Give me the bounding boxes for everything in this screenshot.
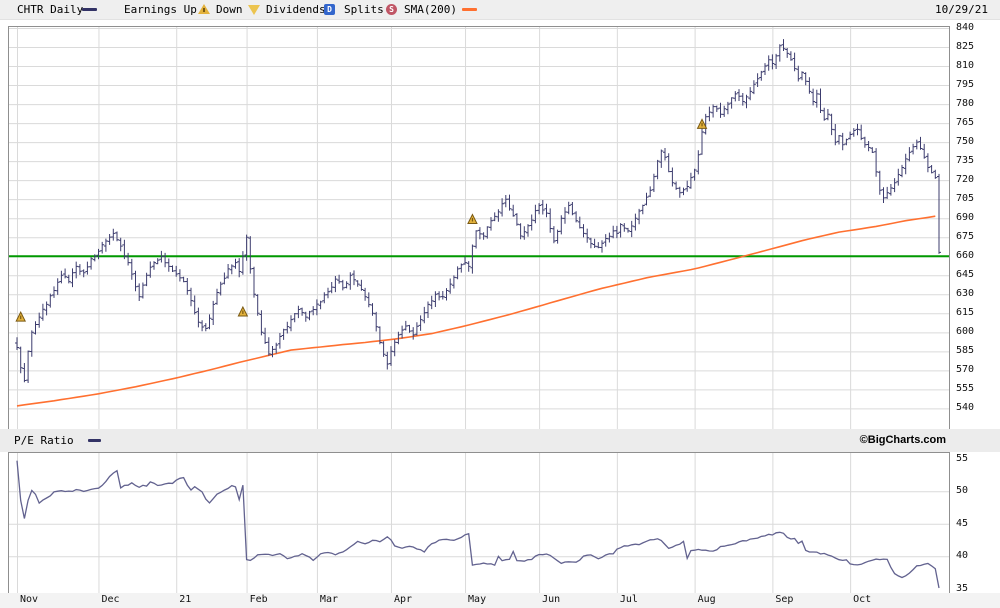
month-label: Aug <box>697 594 716 605</box>
price-tick-label: 765 <box>956 117 975 129</box>
price-series-dash-icon <box>82 8 97 11</box>
ohlc-bars <box>15 39 941 383</box>
sma-dash-icon <box>462 8 477 11</box>
month-label: Jul <box>619 594 638 605</box>
month-label: Mar <box>319 594 338 605</box>
price-tick-label: 690 <box>956 212 975 224</box>
price-tick-label: 720 <box>956 174 975 186</box>
price-tick-label: 600 <box>956 326 975 338</box>
price-tick-label: 810 <box>956 60 975 72</box>
split-badge-icon: S <box>386 4 397 15</box>
pe-tick-label: 50 <box>956 485 969 497</box>
month-label: Dec <box>101 594 120 605</box>
sma-label: SMA(200) <box>404 3 457 16</box>
pe-series-dash-icon <box>88 439 101 442</box>
price-tick-label: 615 <box>956 307 975 319</box>
earnings-up-label: Earnings Up <box>124 3 197 16</box>
symbol-label: CHTR Daily <box>17 3 84 16</box>
main-price-chart-svg <box>9 27 949 429</box>
bigcharts-chart-image: CHTR Daily Earnings Up Down Dividends D … <box>0 0 1000 608</box>
earnings-up-icon <box>198 4 210 14</box>
price-tick-label: 570 <box>956 364 975 376</box>
month-label: Nov <box>20 594 39 605</box>
price-tick-label: 780 <box>956 98 975 110</box>
month-label: 21 <box>179 594 192 605</box>
pe-strip: P/E Ratio ©BigCharts.com <box>0 429 1000 452</box>
price-tick-label: 645 <box>956 269 975 281</box>
month-label: Sep <box>775 594 794 605</box>
pe-tick-label: 40 <box>956 550 969 562</box>
price-tick-label: 540 <box>956 402 975 414</box>
legend-bar: CHTR Daily Earnings Up Down Dividends D … <box>0 0 1000 20</box>
price-tick-label: 675 <box>956 231 975 243</box>
dividends-label: Dividends <box>266 3 326 16</box>
price-tick-label: 660 <box>956 250 975 262</box>
earnings-down-icon <box>248 5 260 15</box>
pe-ratio-chart-svg <box>9 453 949 593</box>
price-tick-label: 555 <box>956 383 975 395</box>
date-label: 10/29/21 <box>935 3 988 16</box>
month-label: Oct <box>853 594 872 605</box>
copyright-label: ©BigCharts.com <box>859 434 946 446</box>
earnings-down-label: Down <box>216 3 243 16</box>
pe-tick-label: 55 <box>956 452 969 464</box>
month-label: Feb <box>249 594 268 605</box>
pe-ratio-title: P/E Ratio <box>14 434 74 447</box>
month-label: Apr <box>393 594 413 605</box>
pe-tick-label: 45 <box>956 517 969 529</box>
price-tick-label: 705 <box>956 193 975 205</box>
dividend-badge-icon: D <box>324 4 335 15</box>
price-tick-label: 840 <box>956 22 975 33</box>
price-tick-label: 750 <box>956 136 975 148</box>
pe-ratio-chart-panel <box>8 452 950 594</box>
price-tick-label: 735 <box>956 155 975 167</box>
price-tick-label: 630 <box>956 288 975 300</box>
price-tick-label: 585 <box>956 345 975 357</box>
price-tick-label: 795 <box>956 79 975 91</box>
splits-label: Splits <box>344 3 384 16</box>
month-label: May <box>468 594 487 605</box>
pe-tick-label: 35 <box>956 582 969 594</box>
price-tick-label: 825 <box>956 41 975 53</box>
month-axis: Nov Dec 21 Feb Mar Apr May Jun Jul Aug Sep Oct <box>0 593 1000 608</box>
month-label: Jun <box>542 594 561 605</box>
main-price-chart-panel <box>8 26 950 430</box>
